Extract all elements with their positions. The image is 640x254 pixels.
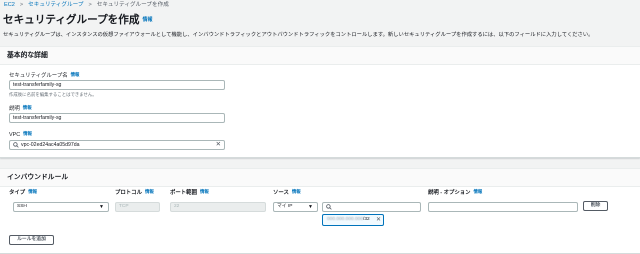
col-protocol-info-link[interactable]: 情報 xyxy=(145,189,154,194)
rule-description-input[interactable] xyxy=(428,202,578,212)
col-source-header: ソース 情報 xyxy=(273,188,301,196)
cidr-token: 000.000.000.000/32 ✕ xyxy=(322,214,384,226)
description-label: 説明 情報 xyxy=(9,104,32,112)
col-port-header: ポート範囲 情報 xyxy=(170,188,209,196)
page-description: セキュリティグループは、インスタンスの仮想ファイアウォールとして機能し、インバウ… xyxy=(3,32,594,38)
add-rule-button[interactable]: ルールを追加 xyxy=(9,235,54,245)
breadcrumb-separator: > xyxy=(88,2,92,8)
col-description-header: 説明 - オプション 情報 xyxy=(428,188,482,196)
type-value: SSH xyxy=(17,204,27,209)
breadcrumb-separator: > xyxy=(19,2,24,8)
page-title-text: セキュリティグループを作成 xyxy=(3,14,140,26)
sg-name-label-text: セキュリティグループ名 xyxy=(9,73,68,79)
caret-down-icon: ▼ xyxy=(99,204,104,210)
col-protocol-label: プロトコル xyxy=(115,190,142,196)
breadcrumb-current: セキュリティグループを作成 xyxy=(96,2,169,8)
inbound-rules-panel: インバウンドルール タイプ 情報 プロトコル 情報 ポート範囲 情報 ソース 情報 説明… xyxy=(0,168,640,254)
col-type-header: タイプ 情報 xyxy=(9,188,37,196)
page-title: セキュリティグループを作成 情報 xyxy=(3,12,152,27)
breadcrumb-security-groups[interactable]: セキュリティグループ xyxy=(28,2,83,8)
vpc-value: vpc-02ed24ac4a05d97da xyxy=(21,142,80,148)
col-source-label: ソース xyxy=(273,190,289,196)
breadcrumb-ec2[interactable]: EC2 xyxy=(4,2,15,8)
clear-icon[interactable]: ✕ xyxy=(216,141,221,149)
port-range-field: 22 xyxy=(170,202,266,212)
col-type-label: タイプ xyxy=(9,190,26,196)
col-port-label: ポート範囲 xyxy=(170,190,197,196)
description-input[interactable]: test-transferfamily-sg xyxy=(9,113,225,123)
cidr-suffix: /32 xyxy=(363,217,370,222)
vpc-info-link[interactable]: 情報 xyxy=(23,131,32,136)
sg-name-info-link[interactable]: 情報 xyxy=(71,72,80,77)
sg-name-label: セキュリティグループ名 情報 xyxy=(9,71,79,79)
source-cidr-search[interactable] xyxy=(322,202,421,212)
close-icon[interactable]: ✕ xyxy=(376,215,381,225)
inbound-rules-header: インバウンドルール xyxy=(0,169,640,187)
type-select[interactable]: SSH ▼ xyxy=(13,202,109,212)
delete-rule-button[interactable]: 削除 xyxy=(583,201,608,211)
col-protocol-header: プロトコル 情報 xyxy=(115,188,154,196)
search-icon xyxy=(13,142,19,148)
title-info-link[interactable]: 情報 xyxy=(142,17,152,23)
sg-name-hint: 作成後に名前を編集することはできません。 xyxy=(9,92,97,97)
col-source-info-link[interactable]: 情報 xyxy=(292,189,301,194)
basic-details-panel: 基本的な詳細 セキュリティグループ名 情報 test-transferfamily… xyxy=(0,46,640,158)
sg-name-input[interactable]: test-transferfamily-sg xyxy=(9,80,225,90)
source-value: マイ IP xyxy=(277,204,293,209)
protocol-field: TCP xyxy=(115,202,160,212)
vpc-search-input[interactable]: vpc-02ed24ac4a05d97da ✕ xyxy=(9,140,225,150)
basic-details-header: 基本的な詳細 xyxy=(0,47,640,65)
caret-down-icon: ▼ xyxy=(308,204,313,210)
col-port-info-link[interactable]: 情報 xyxy=(200,189,209,194)
search-icon xyxy=(326,204,332,210)
breadcrumb: EC2 > セキュリティグループ > セキュリティグループを作成 xyxy=(4,0,169,8)
col-type-info-link[interactable]: 情報 xyxy=(28,189,37,194)
description-info-link[interactable]: 情報 xyxy=(23,105,32,110)
vpc-label: VPC 情報 xyxy=(9,131,32,138)
cidr-masked-ip: 000.000.000.000 xyxy=(327,217,364,222)
col-description-label: 説明 - オプション xyxy=(428,190,471,196)
vpc-label-text: VPC xyxy=(9,132,21,138)
source-select[interactable]: マイ IP ▼ xyxy=(273,202,318,212)
description-label-text: 説明 xyxy=(9,106,20,112)
col-description-info-link[interactable]: 情報 xyxy=(474,189,483,194)
